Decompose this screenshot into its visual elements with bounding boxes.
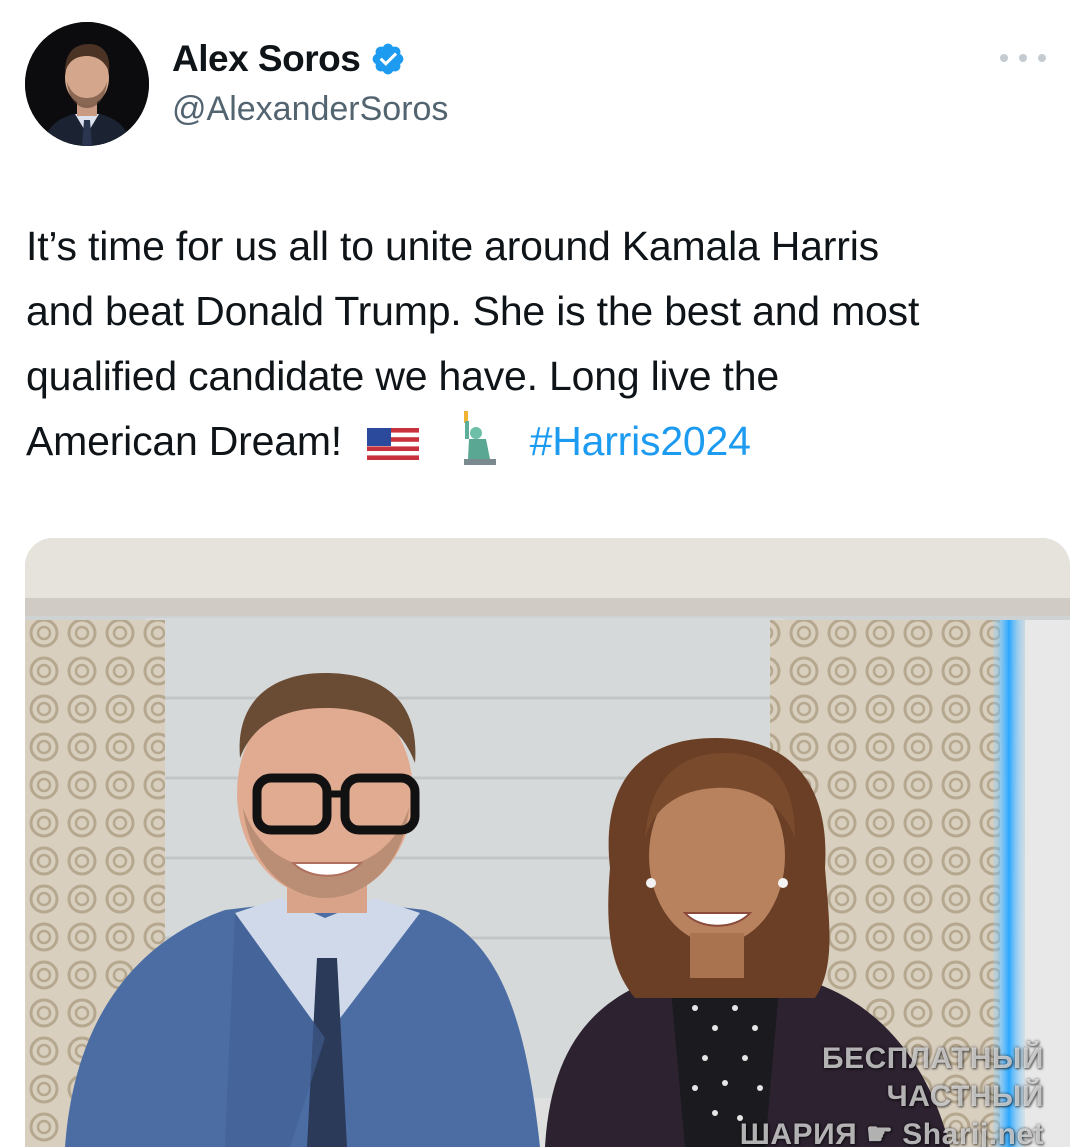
author-handle[interactable]: @AlexanderSoros [172, 90, 448, 129]
pointing-hand-icon: ☛ [866, 1118, 894, 1147]
statue-of-liberty-icon [464, 411, 497, 466]
tweet-text: It’s time for us all to unite around Kam… [26, 214, 1070, 474]
tweet-header: Alex Soros @AlexanderSoros [0, 0, 1070, 160]
author-avatar[interactable] [25, 22, 149, 146]
watermark: БЕСПЛАТНЫЙ ЧАСТНЫЙ ШАРИЯ ☛ Sharij.net [674, 1040, 1044, 1147]
verified-badge-icon [372, 43, 404, 75]
tweet-line: It’s time for us all to unite around Kam… [26, 223, 879, 269]
watermark-line-2: ШАРИЯ [739, 1118, 858, 1147]
tweet-line: American Dream! [26, 418, 342, 464]
more-dot [1000, 54, 1008, 62]
more-dot [1019, 54, 1027, 62]
us-flag-icon [367, 428, 420, 461]
author-name-row: Alex Soros [172, 38, 406, 80]
tweet-line: qualified candidate we have. Long live t… [26, 353, 779, 399]
watermark-line-2-row: ШАРИЯ ☛ Sharij.net [674, 1116, 1044, 1147]
avatar-photo [25, 22, 149, 146]
author-display-name[interactable]: Alex Soros [172, 38, 361, 80]
more-dot [1038, 54, 1046, 62]
watermark-site: Sharij.net [902, 1118, 1044, 1147]
more-options-icon[interactable] [1000, 48, 1046, 68]
tweet-line: and beat Donald Trump. She is the best a… [26, 288, 920, 334]
hashtag-link[interactable]: #Harris2024 [530, 418, 751, 464]
watermark-line-1: БЕСПЛАТНЫЙ ЧАСТНЫЙ [822, 1042, 1044, 1113]
tweet-last-line: American Dream! #Harris2024 [26, 409, 1070, 474]
